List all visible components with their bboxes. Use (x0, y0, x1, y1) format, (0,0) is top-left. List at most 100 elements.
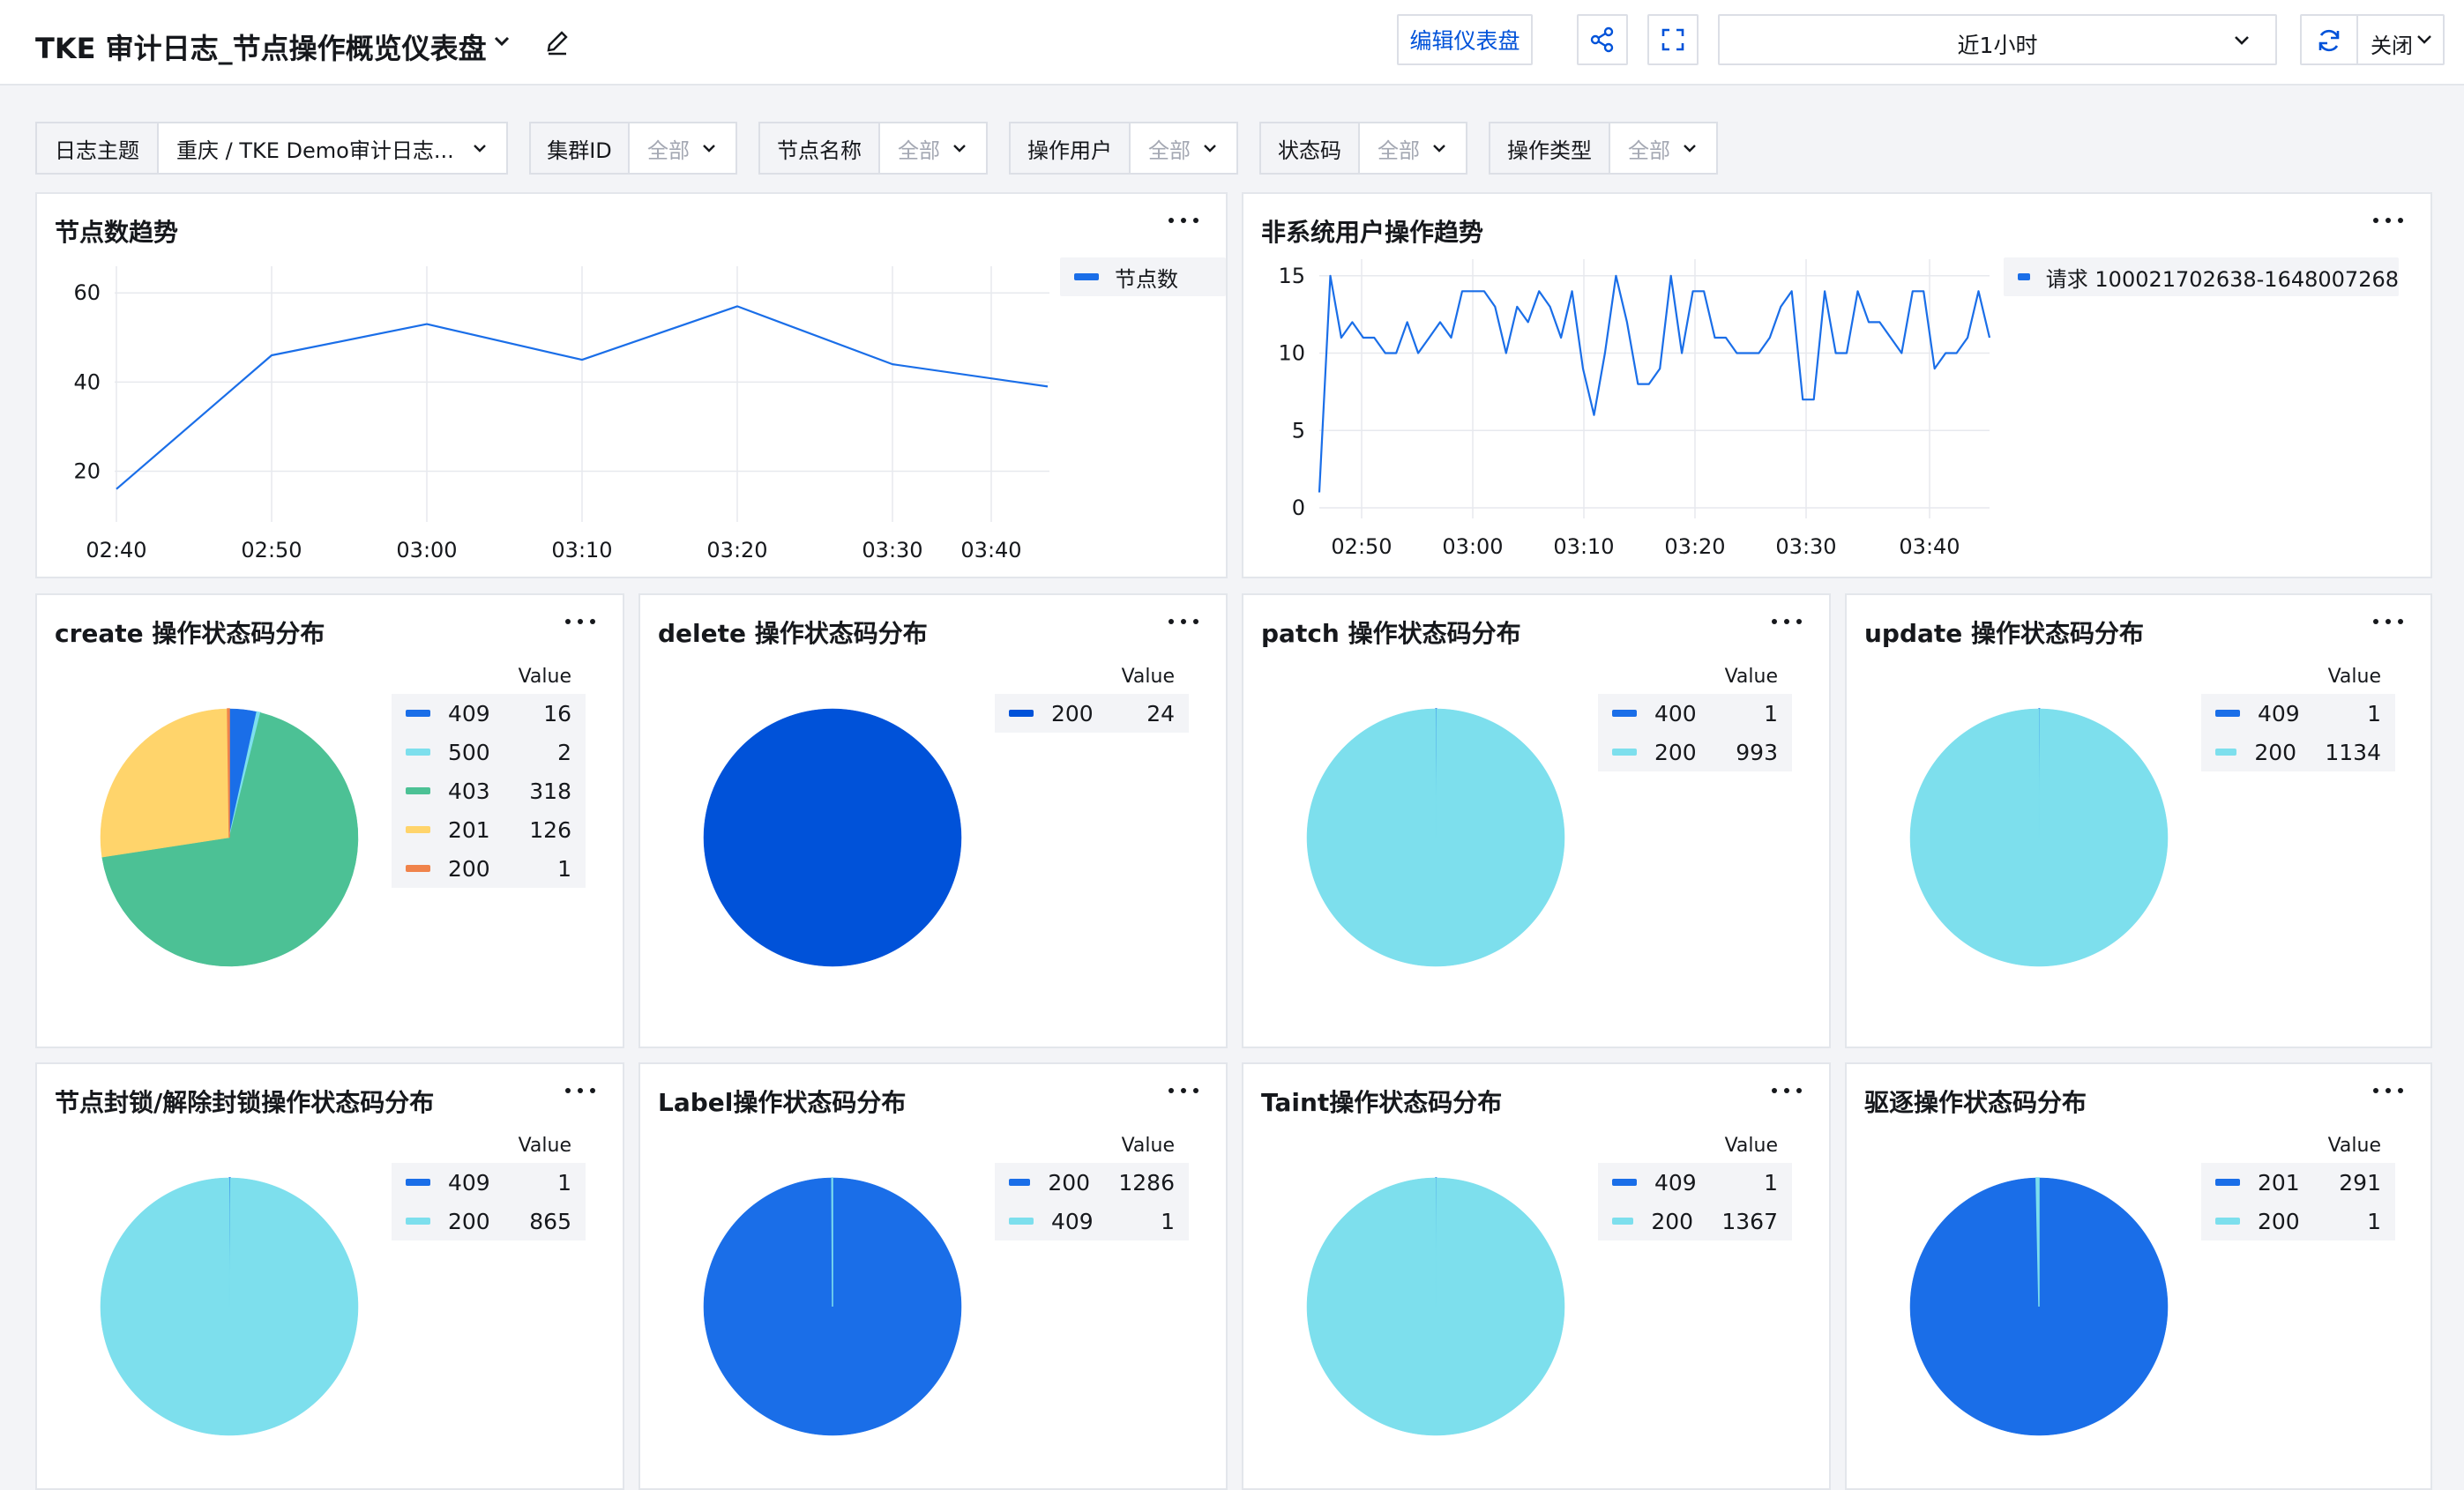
legend-swatch (406, 710, 430, 717)
legend-count: 1 (2367, 1208, 2381, 1234)
line-chart: 20 40 60 02:40 02:50 03:00 03:10 03:20 03:30 03:4… (73, 266, 1049, 562)
more-icon[interactable] (2371, 613, 2406, 630)
fullscreen-button[interactable] (1647, 14, 1699, 65)
legend-item[interactable]: 200 24 (995, 694, 1189, 733)
filter-operation-type[interactable]: 操作类型 全部 (1489, 122, 1718, 175)
legend-status-code: 409 (448, 700, 490, 726)
legend-swatch (1612, 710, 1637, 717)
legend-count: 1 (1161, 1208, 1175, 1234)
pie-chart (100, 708, 359, 967)
time-range-select[interactable]: 近1小时 (1718, 14, 2277, 65)
legend-count: 126 (529, 816, 571, 843)
pie-slice-201[interactable] (100, 708, 230, 858)
filter-value[interactable]: 全部 (1610, 123, 1716, 173)
y-tick-label: 60 (73, 280, 101, 305)
fullscreen-icon (1661, 28, 1684, 51)
legend-swatch (2215, 710, 2240, 717)
pie-slice-200[interactable] (703, 708, 962, 967)
panel-node-trend: 节点数趋势 20 40 60 02:40 02:50 03:00 03:10 03:20 03:… (35, 192, 1228, 578)
legend-count: 993 (1736, 739, 1778, 765)
filter-value[interactable]: 全部 (1131, 123, 1236, 173)
legend-swatch (1612, 1218, 1634, 1225)
legend-item[interactable]: 500 2 (392, 733, 586, 771)
legend-item[interactable]: 409 1 (2201, 694, 2395, 733)
dashboard-title[interactable]: TKE 审计日志_节点操作概览仪表盘 (35, 26, 487, 67)
chevron-down-icon (1204, 145, 1216, 153)
pie-slice-200[interactable] (1909, 708, 2169, 967)
legend-item[interactable]: 409 1 (392, 1163, 586, 1202)
legend-value-header: Value (1121, 666, 1175, 688)
legend-count: 1367 (1721, 1208, 1778, 1234)
legend-value-header: Value (518, 666, 571, 688)
legend-value-header: Value (1724, 666, 1778, 688)
filter-log-topic[interactable]: 日志主题 重庆 / TKE Demo审计日志... (35, 122, 508, 175)
series-line[interactable] (1318, 274, 1991, 493)
legend-swatch (1074, 273, 1099, 280)
legend-item[interactable]: 200 1367 (1598, 1202, 1792, 1240)
pencil-icon[interactable] (541, 26, 573, 58)
legend-value-header: Value (2327, 1135, 2381, 1157)
legend-count: 1 (2367, 700, 2381, 726)
legend-item[interactable]: 201 291 (2201, 1163, 2395, 1202)
x-tick-label: 03:10 (1553, 534, 1614, 559)
legend-item[interactable]: 200 865 (392, 1202, 586, 1240)
refresh-icon[interactable] (2314, 26, 2344, 56)
legend-status-code: 200 (448, 1208, 490, 1234)
filter-cluster-id[interactable]: 集群ID 全部 (529, 122, 737, 175)
legend-item[interactable]: 200 993 (1598, 733, 1792, 771)
more-icon[interactable] (1166, 1082, 1201, 1099)
pie-slice-200[interactable] (100, 1177, 359, 1436)
filter-status-code[interactable]: 状态码 全部 (1259, 122, 1467, 175)
pie-slice-200[interactable] (1306, 1177, 1565, 1436)
more-icon[interactable] (1769, 1082, 1804, 1099)
legend-swatch (2215, 1179, 2240, 1186)
filter-label: 集群ID (531, 123, 630, 173)
legend-swatch (2215, 1218, 2240, 1225)
pie-slice-200[interactable] (1306, 708, 1565, 967)
x-tick-label: 03:20 (706, 538, 767, 562)
legend-item[interactable]: 200 1 (2201, 1202, 2395, 1240)
filter-value[interactable]: 重庆 / TKE Demo审计日志... (159, 123, 506, 173)
filter-value-text: 全部 (647, 138, 690, 163)
legend-item[interactable]: 409 1 (1598, 1163, 1792, 1202)
legend-item[interactable]: 409 16 (392, 694, 586, 733)
legend-item[interactable]: 409 1 (995, 1202, 1189, 1240)
chart-legend[interactable]: 节点数 (1060, 257, 1226, 296)
x-tick-label: 03:40 (960, 538, 1021, 562)
chevron-down-icon (474, 145, 486, 153)
chevron-down-icon[interactable] (489, 26, 515, 56)
share-button[interactable] (1577, 14, 1628, 65)
legend-item[interactable]: 200 1 (392, 849, 586, 888)
legend-label: 节点数 (1115, 266, 1178, 292)
legend-swatch (406, 749, 430, 756)
legend-item[interactable]: 201 126 (392, 810, 586, 849)
chevron-down-icon[interactable] (2413, 28, 2436, 51)
legend-item[interactable]: 403 318 (392, 771, 586, 810)
filter-value[interactable]: 全部 (880, 123, 986, 173)
edit-dashboard-button[interactable]: 编辑仪表盘 (1397, 14, 1533, 65)
auto-refresh-control[interactable]: 关闭 (2300, 14, 2445, 65)
panel-patch-status-codes: patch 操作状态码分布 Value 400 1 200 993 (1242, 593, 1831, 1048)
y-tick-label: 40 (73, 369, 101, 394)
filter-value[interactable]: 全部 (1360, 123, 1466, 173)
legend-swatch (406, 1218, 430, 1225)
filter-node-name[interactable]: 节点名称 全部 (758, 122, 988, 175)
y-tick-label: 15 (1278, 264, 1305, 288)
more-icon[interactable] (1769, 613, 1804, 630)
more-icon[interactable] (563, 613, 598, 630)
more-icon[interactable] (2371, 1082, 2406, 1099)
pie-legend: Value 400 1 200 993 (1598, 660, 1792, 771)
more-icon[interactable] (1166, 613, 1201, 630)
filter-operator[interactable]: 操作用户 全部 (1009, 122, 1238, 175)
more-icon[interactable] (563, 1082, 598, 1099)
chart-legend[interactable]: 请求 100021702638-1648007268 (2004, 257, 2399, 296)
legend-item[interactable]: 200 1286 (995, 1163, 1189, 1202)
filter-value[interactable]: 全部 (630, 123, 735, 173)
pie-chart (100, 1177, 359, 1436)
legend-status-code: 200 (2254, 739, 2297, 765)
panel-user-trend: 非系统用户操作趋势 0 5 10 15 02:50 03:00 03:10 03:20 03:3… (1242, 192, 2432, 578)
pie-slice-409[interactable] (831, 1177, 833, 1307)
legend-item[interactable]: 200 1134 (2201, 733, 2395, 771)
legend-item[interactable]: 400 1 (1598, 694, 1792, 733)
auto-refresh-value[interactable]: 关闭 (2371, 28, 2413, 59)
